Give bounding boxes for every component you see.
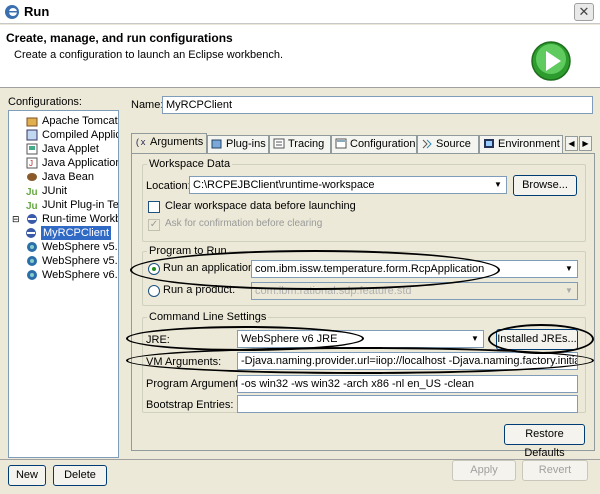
apply-button[interactable]: Apply [452, 460, 516, 481]
tree-item-runtime-workbench[interactable]: ⊟ Run-time Workbe [12, 212, 118, 226]
tab-scroll-left-icon[interactable]: ◀ [565, 136, 578, 151]
revert-button[interactable]: Revert [522, 460, 588, 481]
close-icon: ✕ [578, 4, 590, 19]
clear-workspace-label: Clear workspace data before launching [165, 200, 356, 212]
tree-item-websphere-v50[interactable]: WebSphere v5.0 [26, 240, 118, 254]
chevron-down-icon[interactable]: ▼ [491, 178, 505, 192]
configurations-tree[interactable]: Apache Tomcat Compiled Applicat Java App… [8, 110, 119, 458]
banner-subtitle: Create a configuration to launch an Ecli… [14, 49, 284, 61]
ask-confirmation-label: Ask for confirmation before clearing [165, 218, 323, 229]
tab-configuration[interactable]: Configuration [331, 135, 417, 154]
tree-item-apache-tomcat[interactable]: Apache Tomcat [26, 114, 118, 128]
tab-environment[interactable]: Environment [479, 135, 563, 154]
tree-item-java-application[interactable]: J Java Application [26, 156, 118, 170]
location-label: Location: [146, 180, 191, 192]
websphere-icon [27, 270, 37, 280]
bootstrap-entries-field[interactable] [237, 395, 578, 413]
configuration-icon [335, 138, 347, 149]
bootstrap-entries-label: Bootstrap Entries: [146, 399, 234, 411]
workbench-icon [27, 214, 37, 224]
source-icon [422, 139, 432, 149]
tab-arguments[interactable]: (x)Arguments [131, 133, 207, 155]
close-button[interactable]: ✕ [574, 3, 594, 21]
tree-item-junit-plugin-test[interactable]: Ju JUnit Plug-in Test [26, 198, 118, 212]
title-bar: Run ✕ [0, 0, 600, 24]
svg-text:Ju: Ju [26, 187, 38, 197]
new-button[interactable]: New [8, 465, 46, 486]
arguments-icon: (x) [135, 138, 147, 147]
restore-defaults-button[interactable]: Restore Defaults [504, 424, 585, 459]
java-app-icon: J [26, 157, 38, 169]
ask-confirmation-checkbox[interactable]: ✓ [148, 219, 160, 231]
name-field[interactable]: MyRCPClient [162, 96, 593, 114]
tree-item-java-bean[interactable]: Java Bean [26, 170, 94, 184]
arguments-panel: Workspace Data Location: C:\RCPEJBClient… [126, 153, 595, 459]
tree-item-java-applet[interactable]: Java Applet [26, 142, 99, 156]
window-title: Run [24, 4, 50, 19]
run-icon [531, 41, 571, 81]
chevron-down-icon[interactable]: ▼ [562, 262, 576, 276]
chevron-down-icon[interactable]: ▼ [562, 284, 576, 298]
tab-bar: (x)Arguments Plug-ins Tracing Configurat… [131, 133, 596, 155]
program-arguments-field[interactable]: -os win32 -ws win32 -arch x86 -nl en_US … [237, 375, 578, 393]
tab-scroll-right-icon[interactable]: ▶ [579, 136, 592, 151]
websphere-icon [27, 256, 37, 266]
tab-tracing[interactable]: Tracing [269, 135, 331, 154]
java-bean-icon [27, 173, 37, 181]
name-label: Name: [131, 99, 164, 111]
program-arguments-label: Program Arguments: [146, 378, 247, 390]
tree-collapse-icon[interactable]: ⊟ [12, 212, 20, 226]
eclipse-icon [5, 5, 19, 19]
tracing-icon [273, 138, 285, 149]
annotation-ellipse-vm-args [126, 347, 594, 374]
junit-plugin-icon: Ju [26, 201, 38, 211]
clear-workspace-checkbox[interactable] [148, 201, 160, 213]
svg-text:Ju: Ju [26, 201, 38, 211]
environment-icon [484, 139, 494, 148]
plugins-icon [211, 139, 222, 149]
configurations-label: Configurations: [8, 96, 82, 108]
java-applet-icon [26, 143, 38, 155]
tree-item-myrcpclient[interactable]: MyRCPClient [26, 226, 112, 240]
command-line-title: Command Line Settings [147, 311, 269, 323]
tomcat-icon [26, 117, 38, 127]
banner-title: Create, manage, and run configurations [6, 31, 233, 45]
annotation-ellipse-run-app [130, 250, 500, 290]
delete-button[interactable]: Delete [53, 465, 107, 486]
location-combo[interactable]: C:\RCPEJBClient\runtime-workspace ▼ [189, 176, 507, 194]
compiled-app-icon [26, 129, 38, 141]
workbench-icon [26, 228, 36, 238]
tree-item-websphere-v51[interactable]: WebSphere v5.1 [26, 254, 118, 268]
tab-source[interactable]: Source [417, 135, 479, 154]
workspace-data-title: Workspace Data [147, 158, 233, 170]
tree-item-compiled-application[interactable]: Compiled Applicat [26, 128, 118, 142]
junit-icon: Ju [26, 187, 38, 197]
tree-item-websphere-v60[interactable]: WebSphere v6.0 [26, 268, 118, 282]
websphere-icon [27, 242, 37, 252]
chevron-down-icon[interactable]: ▼ [468, 332, 482, 346]
svg-text:(x): (x) [135, 138, 147, 147]
svg-text:J: J [29, 159, 33, 168]
tree-item-junit[interactable]: Ju JUnit [26, 184, 67, 198]
browse-button[interactable]: Browse... [513, 175, 577, 196]
dialog-banner: Create, manage, and run configurations C… [0, 25, 600, 88]
run-product-radio[interactable] [148, 285, 160, 297]
tab-plugins[interactable]: Plug-ins [207, 135, 269, 154]
